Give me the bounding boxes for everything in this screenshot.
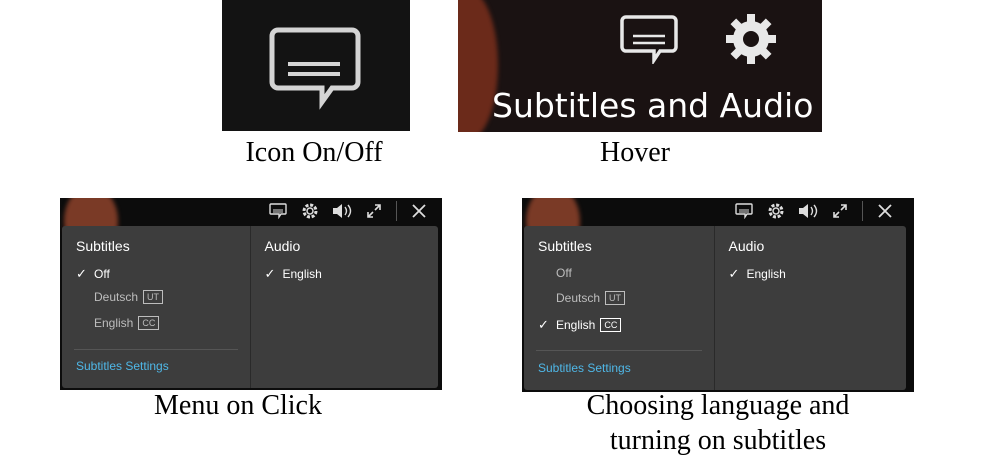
audio-heading: Audio — [264, 238, 301, 254]
ut-badge: UT — [605, 291, 626, 305]
subtitles-audio-menu: Subtitles ✓ Off Deutsch UT English CC Su… — [62, 226, 438, 388]
gear-icon[interactable] — [722, 10, 780, 68]
audio-option-english[interactable]: ✓ English — [729, 266, 786, 282]
subtitles-icon[interactable] — [262, 198, 294, 224]
subtitles-heading: Subtitles — [76, 238, 130, 254]
cc-badge: CC — [600, 318, 622, 332]
audio-option-english[interactable]: ✓ English — [265, 266, 322, 282]
volume-icon[interactable] — [792, 198, 824, 224]
subtitles-audio-menu: Subtitles Off Deutsch UT ✓ English CC Su… — [524, 226, 906, 390]
player-menu-choose: Subtitles Off Deutsch UT ✓ English CC Su… — [522, 198, 914, 392]
icon-panel — [222, 0, 410, 131]
close-icon[interactable] — [869, 198, 901, 224]
check-icon: ✓ — [264, 266, 276, 281]
player-controls — [262, 198, 442, 224]
subtitles-icon[interactable] — [728, 198, 760, 224]
check-icon: ✓ — [538, 317, 549, 332]
subtitles-icon[interactable] — [620, 14, 678, 64]
hover-panel: Subtitles and Audio — [458, 0, 822, 132]
ut-badge: UT — [143, 290, 164, 304]
audio-column: Audio ✓ English — [251, 226, 439, 388]
subtitle-option-deutsch[interactable]: Deutsch UT — [538, 291, 626, 305]
audio-heading: Audio — [728, 238, 765, 254]
caption-choosing-2: turning on subtitles — [609, 425, 827, 456]
divider — [74, 349, 238, 350]
hover-tooltip: Subtitles and Audio — [492, 86, 814, 125]
subtitles-icon[interactable] — [222, 0, 410, 131]
cc-badge: CC — [138, 316, 160, 330]
close-icon[interactable] — [403, 198, 435, 224]
check-icon: ✓ — [728, 266, 740, 281]
divider — [396, 201, 397, 221]
caption-choosing-1: Choosing language and — [586, 390, 850, 421]
fullscreen-icon[interactable] — [824, 198, 856, 224]
caption-menu: Menu on Click — [154, 390, 322, 421]
subtitle-option-off[interactable]: ✓ Off — [76, 266, 110, 282]
divider — [862, 201, 863, 221]
subtitles-column: Subtitles Off Deutsch UT ✓ English CC Su… — [524, 226, 715, 390]
gear-icon[interactable] — [760, 198, 792, 224]
divider — [536, 350, 702, 351]
subtitle-option-off[interactable]: Off — [538, 266, 572, 280]
subtitles-column: Subtitles ✓ Off Deutsch UT English CC Su… — [62, 226, 251, 388]
subtitle-option-deutsch[interactable]: Deutsch UT — [76, 290, 164, 304]
subtitles-settings-link[interactable]: Subtitles Settings — [76, 359, 169, 373]
caption-icon: Icon On/Off — [245, 137, 383, 168]
check-icon: ✓ — [76, 266, 87, 281]
caption-hover: Hover — [600, 137, 670, 168]
gear-icon[interactable] — [294, 198, 326, 224]
audio-column: Audio ✓ English — [715, 226, 907, 390]
subtitle-option-english[interactable]: ✓ English CC — [538, 317, 622, 333]
player-controls — [728, 198, 908, 224]
subtitles-settings-link[interactable]: Subtitles Settings — [538, 361, 631, 375]
subtitle-option-english[interactable]: English CC — [76, 316, 160, 330]
volume-icon[interactable] — [326, 198, 358, 224]
fullscreen-icon[interactable] — [358, 198, 390, 224]
player-menu-click: Subtitles ✓ Off Deutsch UT English CC Su… — [60, 198, 442, 390]
subtitles-heading: Subtitles — [538, 238, 592, 254]
